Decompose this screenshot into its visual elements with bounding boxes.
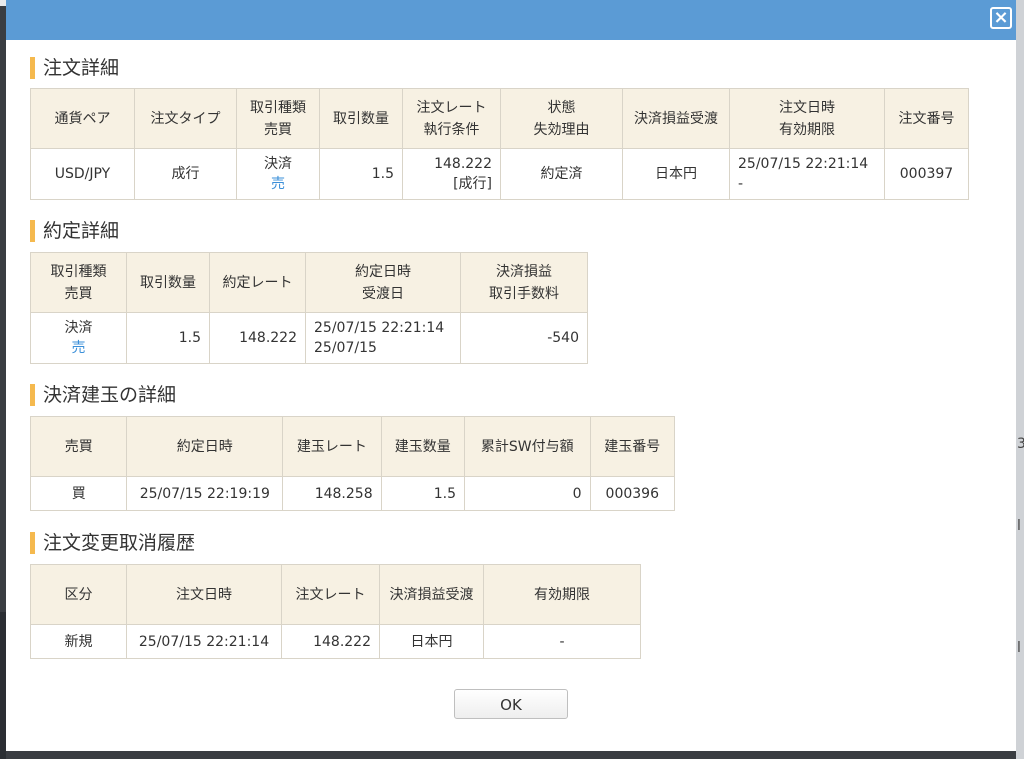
history-expiry: - — [483, 624, 641, 659]
settlement-pnl: -540 — [460, 312, 588, 364]
column-header: 取引種類 売買 — [236, 88, 320, 149]
section-title-position-detail: 決済建玉の詳細 — [30, 384, 176, 406]
close-icon[interactable]: × — [990, 7, 1012, 29]
section-title-change-history: 注文変更取消履歴 — [30, 532, 195, 554]
status: 約定済 — [500, 148, 623, 200]
position-rate: 148.258 — [282, 476, 382, 511]
dialog-header: × — [6, 0, 1016, 40]
column-header: 通貨ペア — [30, 88, 135, 149]
ok-button[interactable]: OK — [454, 689, 568, 719]
buy-label: 買 — [29, 476, 128, 511]
settlement-currency: 日本円 — [622, 148, 730, 200]
order-type: 成行 — [134, 148, 237, 200]
quantity: 1.5 — [126, 312, 210, 364]
column-header: 状態 失効理由 — [500, 88, 623, 149]
table-header-row: 区分 注文日時 注文レート 決済損益受渡 有効期限 — [30, 564, 641, 625]
background-mark: l — [1017, 518, 1021, 534]
column-header: 区分 — [30, 564, 127, 625]
trade-kind-cell: 決済売 — [30, 312, 127, 364]
section-title-execution-detail: 約定詳細 — [30, 220, 119, 242]
position-quantity: 1.5 — [380, 476, 465, 511]
order-number: 000397 — [884, 148, 969, 200]
execution-detail-table: 取引種類 売買 取引数量 約定レート 約定日時 受渡日 決済損益 取引手数料 決済売 … — [30, 252, 588, 364]
background-page-right: 3 l l — [1016, 0, 1024, 759]
history-settlement: 日本円 — [379, 624, 484, 659]
sell-label: 売 — [271, 176, 285, 192]
column-header: 有効期限 — [483, 564, 641, 625]
column-header: 取引種類 売買 — [30, 252, 127, 313]
column-header: 約定日時 — [126, 416, 284, 477]
column-header: 約定レート — [209, 252, 306, 313]
column-header: 決済損益受渡 — [622, 88, 730, 149]
table-header-row: 売買 約定日時 建玉レート 建玉数量 累計SW付与額 建玉番号 — [29, 416, 676, 477]
table-header-row: 取引種類 売買 取引数量 約定レート 約定日時 受渡日 決済損益 取引手数料 — [30, 252, 588, 313]
column-header: 決済損益 取引手数料 — [460, 252, 588, 313]
table-row: 買 25/07/15 22:19:19 148.258 1.5 0 000396 — [29, 476, 676, 511]
order-detail-dialog: × 注文詳細 通貨ペア 注文タイプ 取引種類 売買 取引数量 注文レート 執行条件 … — [6, 0, 1016, 751]
position-detail-table: 売買 約定日時 建玉レート 建玉数量 累計SW付与額 建玉番号 買 25/07/… — [29, 416, 676, 511]
history-category: 新規 — [30, 624, 127, 659]
column-header: 注文レート 執行条件 — [402, 88, 501, 149]
column-header: 建玉レート — [282, 416, 382, 477]
execution-rate: 148.222 — [209, 312, 306, 364]
column-header: 注文番号 — [884, 88, 969, 149]
column-header: 約定日時 受渡日 — [305, 252, 461, 313]
table-row: 新規 25/07/15 22:21:14 148.222 日本円 - — [30, 624, 641, 659]
column-header: 取引数量 — [319, 88, 403, 149]
position-number: 000396 — [589, 476, 676, 511]
order-datetime-cell: 25/07/15 22:21:14- — [729, 148, 885, 200]
history-order-datetime: 25/07/15 22:21:14 — [126, 624, 282, 659]
column-header: 累計SW付与額 — [463, 416, 591, 477]
background-mark: l — [1017, 640, 1021, 656]
change-history-table: 区分 注文日時 注文レート 決済損益受渡 有効期限 新規 25/07/15 22… — [30, 564, 641, 659]
quantity: 1.5 — [319, 148, 403, 200]
column-header: 決済損益受渡 — [379, 564, 484, 625]
section-title-order-detail: 注文詳細 — [30, 57, 119, 79]
sell-label: 売 — [71, 340, 86, 356]
swap-total: 0 — [463, 476, 591, 511]
column-header: 注文タイプ — [134, 88, 237, 149]
execution-datetime-cell: 25/07/15 22:21:14 25/07/15 — [305, 312, 461, 364]
column-header: 建玉番号 — [589, 416, 676, 477]
column-header: 取引数量 — [126, 252, 210, 313]
table-row: USD/JPY 成行 決済売 1.5 148.222 [成行] 約定済 日本円 2… — [30, 148, 969, 200]
table-header-row: 通貨ペア 注文タイプ 取引種類 売買 取引数量 注文レート 執行条件 状態 失効理由 … — [30, 88, 969, 149]
order-detail-table: 通貨ペア 注文タイプ 取引種類 売買 取引数量 注文レート 執行条件 状態 失効理由 … — [30, 88, 969, 200]
column-header: 売買 — [29, 416, 128, 477]
column-header: 注文日時 有効期限 — [729, 88, 885, 149]
column-header: 注文日時 — [126, 564, 282, 625]
order-rate-cell: 148.222 [成行] — [402, 148, 501, 200]
execution-datetime: 25/07/15 22:19:19 — [126, 476, 284, 511]
column-header: 注文レート — [281, 564, 380, 625]
history-order-rate: 148.222 — [281, 624, 380, 659]
table-row: 決済売 1.5 148.222 25/07/15 22:21:14 25/07/1… — [30, 312, 588, 364]
background-mark: 3 — [1017, 436, 1024, 452]
trade-kind-cell: 決済売 — [236, 148, 320, 200]
currency-pair: USD/JPY — [30, 148, 135, 200]
column-header: 建玉数量 — [380, 416, 465, 477]
